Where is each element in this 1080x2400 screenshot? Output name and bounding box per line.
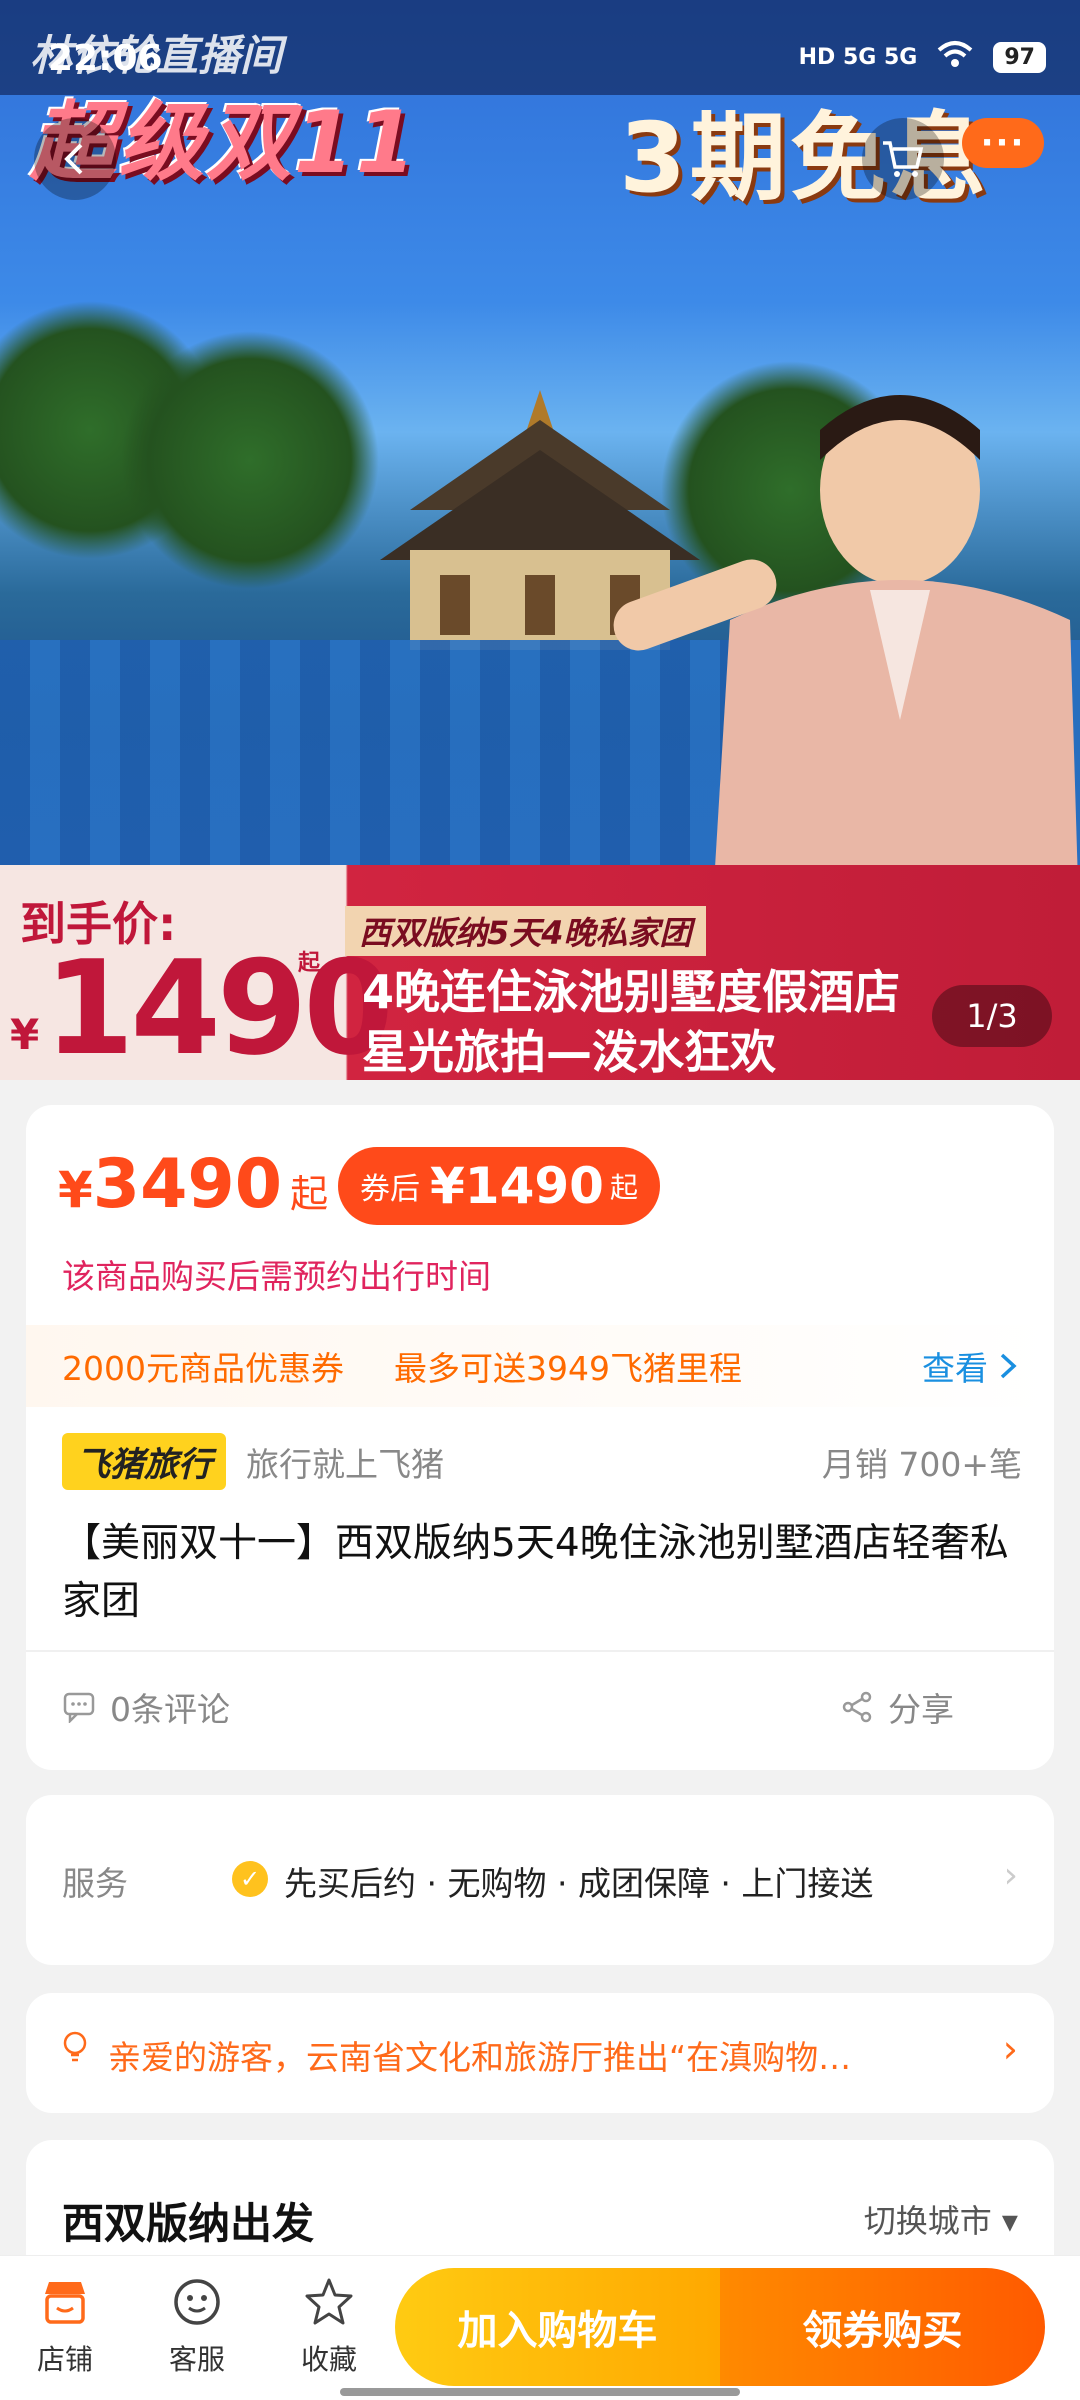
divider [26, 1650, 1054, 1652]
service-card[interactable]: 服务 ✓ 先买后约 · 无购物 · 成团保障 · 上门接送 › [26, 1795, 1054, 1965]
share-icon [842, 1691, 872, 1723]
hero-promo-line1: 4晚连住泳池别墅度假酒店 [362, 965, 901, 1019]
promo-coupon: 2000元商品优惠券 [62, 1349, 344, 1388]
chevron-left-icon [64, 143, 83, 175]
coupon-label: 券后 [360, 1172, 420, 1207]
switch-city-button[interactable]: 切换城市 ▾ [864, 2196, 1018, 2242]
hero-price-value: 1490 [44, 932, 394, 1080]
battery-icon: 97 [993, 41, 1046, 73]
product-title: 【美丽双十一】西双版纳5天4晚住泳池别墅酒店轻奢私家团 [62, 1521, 1009, 1624]
cart-icon [883, 141, 924, 177]
tab-store-label: 店铺 [36, 2343, 93, 2376]
view-label: 查看 [922, 1349, 988, 1388]
tourism-notice-text: 亲爱的游客，云南省文化和旅游厅推出“在滇购物… [108, 2038, 852, 2077]
reviews-count: 0条评论 [110, 1690, 230, 1729]
chevron-right-icon: › [1003, 1855, 1018, 1896]
wifi-icon [937, 40, 973, 74]
hero-banner[interactable]: 22:06 HD 5G 5G 97 林依轮直播间 超级双11 3期免息 ··· … [0, 0, 1080, 1080]
price-qi: 起 [290, 1172, 329, 1216]
price-yen: ¥ [58, 1161, 93, 1219]
customer-service-icon [169, 2274, 225, 2330]
palm-tree [120, 330, 380, 590]
add-to-cart-button[interactable]: 加入购物车 [395, 2268, 720, 2386]
tab-store[interactable]: 店铺 [10, 2274, 120, 2378]
chevron-right-icon: › [1002, 2027, 1018, 2071]
view-promotions-link[interactable]: 查看 [922, 1342, 1018, 1390]
service-label: 服务 [62, 1864, 128, 1903]
coupon-price-badge: 券后 ¥1490 起 [338, 1147, 660, 1225]
more-menu-button[interactable]: ··· [962, 118, 1044, 168]
promotion-row[interactable]: 2000元商品优惠券 最多可送3949飞猪里程 查看 [26, 1325, 1054, 1407]
image-page-indicator: 1/3 [932, 985, 1052, 1047]
tab-customer-service-label: 客服 [168, 2343, 225, 2376]
departure-title: 西双版纳出发 [62, 2199, 315, 2248]
brand-row: 飞猪旅行 旅行就上飞猪 月销 700+笔 [62, 1433, 1022, 1490]
home-indicator[interactable] [340, 2388, 740, 2396]
share-label: 分享 [888, 1690, 954, 1729]
price-row: ¥ 3490 起 [58, 1145, 328, 1224]
star-icon [301, 2274, 357, 2330]
reviews-link[interactable]: 0条评论 [62, 1683, 230, 1731]
share-button[interactable]: 分享 [842, 1683, 954, 1731]
chevron-right-icon [1000, 1353, 1017, 1379]
tourism-notice-card[interactable]: 亲爱的游客，云南省文化和旅游厅推出“在滇购物… › [26, 1993, 1054, 2113]
price-value: 3490 [92, 1145, 283, 1224]
tab-customer-service[interactable]: 客服 [142, 2274, 252, 2378]
hero-price-yen: ¥ [10, 1010, 40, 1059]
comment-icon [63, 1692, 95, 1723]
service-text: 先买后约 · 无购物 · 成团保障 · 上门接送 [284, 1864, 874, 1903]
tab-favorite-label: 收藏 [300, 2343, 357, 2376]
product-info-card: ¥ 3490 起 券后 ¥1490 起 该商品购买后需预约出行时间 2000元商… [26, 1105, 1054, 1770]
coupon-price: ¥1490 [430, 1157, 604, 1215]
bottom-action-bar: 店铺 客服 收藏 加入购物车 领券购买 [0, 2255, 1080, 2400]
buy-with-coupon-button[interactable]: 领券购买 [720, 2268, 1045, 2386]
lightbulb-icon [62, 2031, 88, 2074]
cart-button[interactable] [862, 118, 944, 200]
check-icon: ✓ [232, 1861, 268, 1897]
back-button[interactable] [34, 118, 116, 200]
brand-slogan: 旅行就上飞猪 [246, 1444, 444, 1484]
booking-notice: 该商品购买后需预约出行时间 [62, 1257, 491, 1296]
hero-price-qi: 起 [298, 951, 321, 976]
hero-promo-line2: 星光旅拍—泼水狂欢 [362, 1025, 776, 1079]
store-icon [37, 2274, 93, 2330]
fliggy-logo: 飞猪旅行 [62, 1433, 226, 1490]
status-icons: HD 5G 5G 97 [799, 40, 1046, 74]
tab-favorite[interactable]: 收藏 [274, 2274, 384, 2378]
network-icon: HD 5G 5G [798, 44, 918, 70]
monthly-sales: 月销 700+笔 [821, 1444, 1022, 1484]
hero-promo-subtitle: 西双版纳5天4晚私家团 [345, 906, 706, 956]
promo-mileage: 最多可送3949飞猪里程 [393, 1349, 742, 1388]
coupon-qi: 起 [609, 1171, 638, 1204]
